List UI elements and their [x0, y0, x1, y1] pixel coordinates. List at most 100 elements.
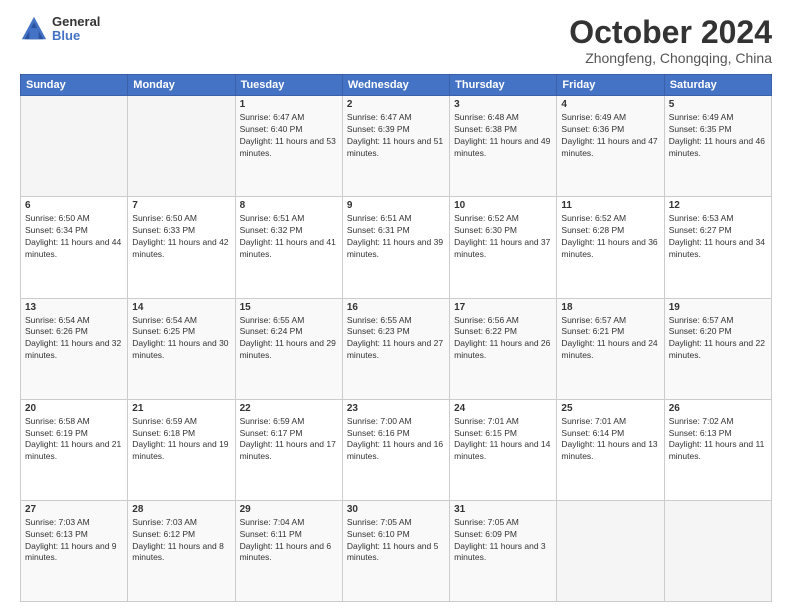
day-number: 5	[669, 99, 767, 110]
table-row: 27 Sunrise: 7:03 AM Sunset: 6:13 PM Dayli…	[21, 500, 128, 601]
day-number: 26	[669, 403, 767, 414]
table-row: 28 Sunrise: 7:03 AM Sunset: 6:12 PM Dayli…	[128, 500, 235, 601]
day-info: Sunrise: 6:55 AM Sunset: 6:24 PM Dayligh…	[240, 315, 338, 363]
day-info: Sunrise: 6:54 AM Sunset: 6:26 PM Dayligh…	[25, 315, 123, 363]
day-info: Sunrise: 6:53 AM Sunset: 6:27 PM Dayligh…	[669, 213, 767, 261]
day-info: Sunrise: 6:52 AM Sunset: 6:28 PM Dayligh…	[561, 213, 659, 261]
day-number: 1	[240, 99, 338, 110]
subtitle: Zhongfeng, Chongqing, China	[569, 50, 772, 66]
day-info: Sunrise: 7:05 AM Sunset: 6:10 PM Dayligh…	[347, 517, 445, 565]
day-number: 23	[347, 403, 445, 414]
day-info: Sunrise: 6:55 AM Sunset: 6:23 PM Dayligh…	[347, 315, 445, 363]
day-number: 8	[240, 200, 338, 211]
day-number: 22	[240, 403, 338, 414]
day-number: 19	[669, 302, 767, 313]
day-number: 7	[132, 200, 230, 211]
table-row: 23 Sunrise: 7:00 AM Sunset: 6:16 PM Dayli…	[342, 399, 449, 500]
header-tuesday: Tuesday	[235, 75, 342, 96]
table-row: 6Sunrise: 6:50 AM Sunset: 6:34 PM Daylig…	[21, 197, 128, 298]
day-number: 10	[454, 200, 552, 211]
table-row: 3 Sunrise: 6:48 AM Sunset: 6:38 PM Daylig…	[450, 96, 557, 197]
header-thursday: Thursday	[450, 75, 557, 96]
day-info: Sunrise: 6:50 AM Sunset: 6:34 PM Dayligh…	[25, 213, 123, 261]
page: General Blue October 2024 Zhongfeng, Cho…	[0, 0, 792, 612]
table-row: 13 Sunrise: 6:54 AM Sunset: 6:26 PM Dayli…	[21, 298, 128, 399]
header: General Blue October 2024 Zhongfeng, Cho…	[20, 15, 772, 66]
table-row: 17 Sunrise: 6:56 AM Sunset: 6:22 PM Dayli…	[450, 298, 557, 399]
day-info: Sunrise: 7:03 AM Sunset: 6:12 PM Dayligh…	[132, 517, 230, 565]
day-number: 16	[347, 302, 445, 313]
header-saturday: Saturday	[664, 75, 771, 96]
table-row: 18 Sunrise: 6:57 AM Sunset: 6:21 PM Dayli…	[557, 298, 664, 399]
table-row: 26 Sunrise: 7:02 AM Sunset: 6:13 PM Dayli…	[664, 399, 771, 500]
day-info: Sunrise: 7:04 AM Sunset: 6:11 PM Dayligh…	[240, 517, 338, 565]
day-number: 28	[132, 504, 230, 515]
table-row: 29Sunrise: 7:04 AM Sunset: 6:11 PM Dayli…	[235, 500, 342, 601]
day-info: Sunrise: 6:57 AM Sunset: 6:20 PM Dayligh…	[669, 315, 767, 363]
day-number: 24	[454, 403, 552, 414]
day-number: 14	[132, 302, 230, 313]
day-info: Sunrise: 6:58 AM Sunset: 6:19 PM Dayligh…	[25, 416, 123, 464]
day-info: Sunrise: 7:01 AM Sunset: 6:14 PM Dayligh…	[561, 416, 659, 464]
day-number: 18	[561, 302, 659, 313]
day-info: Sunrise: 7:02 AM Sunset: 6:13 PM Dayligh…	[669, 416, 767, 464]
table-row: 5 Sunrise: 6:49 AM Sunset: 6:35 PM Daylig…	[664, 96, 771, 197]
calendar-week-row: 6Sunrise: 6:50 AM Sunset: 6:34 PM Daylig…	[21, 197, 772, 298]
table-row: 4Sunrise: 6:49 AM Sunset: 6:36 PM Daylig…	[557, 96, 664, 197]
day-number: 13	[25, 302, 123, 313]
day-info: Sunrise: 6:48 AM Sunset: 6:38 PM Dayligh…	[454, 112, 552, 160]
table-row: 20 Sunrise: 6:58 AM Sunset: 6:19 PM Dayli…	[21, 399, 128, 500]
table-row: 22 Sunrise: 6:59 AM Sunset: 6:17 PM Dayli…	[235, 399, 342, 500]
day-number: 12	[669, 200, 767, 211]
title-block: October 2024 Zhongfeng, Chongqing, China	[569, 15, 772, 66]
day-info: Sunrise: 6:50 AM Sunset: 6:33 PM Dayligh…	[132, 213, 230, 261]
day-number: 30	[347, 504, 445, 515]
table-row: 30 Sunrise: 7:05 AM Sunset: 6:10 PM Dayli…	[342, 500, 449, 601]
day-info: Sunrise: 6:57 AM Sunset: 6:21 PM Dayligh…	[561, 315, 659, 363]
day-info: Sunrise: 7:03 AM Sunset: 6:13 PM Dayligh…	[25, 517, 123, 565]
day-number: 17	[454, 302, 552, 313]
day-info: Sunrise: 6:54 AM Sunset: 6:25 PM Dayligh…	[132, 315, 230, 363]
table-row	[21, 96, 128, 197]
day-info: Sunrise: 6:51 AM Sunset: 6:31 PM Dayligh…	[347, 213, 445, 261]
table-row	[664, 500, 771, 601]
table-row: 2Sunrise: 6:47 AM Sunset: 6:39 PM Daylig…	[342, 96, 449, 197]
table-row: 1Sunrise: 6:47 AM Sunset: 6:40 PM Daylig…	[235, 96, 342, 197]
table-row: 16 Sunrise: 6:55 AM Sunset: 6:23 PM Dayli…	[342, 298, 449, 399]
calendar-week-row: 20 Sunrise: 6:58 AM Sunset: 6:19 PM Dayli…	[21, 399, 772, 500]
calendar-week-row: 1Sunrise: 6:47 AM Sunset: 6:40 PM Daylig…	[21, 96, 772, 197]
day-number: 31	[454, 504, 552, 515]
main-title: October 2024	[569, 15, 772, 50]
day-info: Sunrise: 6:59 AM Sunset: 6:17 PM Dayligh…	[240, 416, 338, 464]
table-row: 11 Sunrise: 6:52 AM Sunset: 6:28 PM Dayli…	[557, 197, 664, 298]
calendar-table: Sunday Monday Tuesday Wednesday Thursday…	[20, 74, 772, 602]
table-row: 15Sunrise: 6:55 AM Sunset: 6:24 PM Dayli…	[235, 298, 342, 399]
day-info: Sunrise: 6:51 AM Sunset: 6:32 PM Dayligh…	[240, 213, 338, 261]
table-row: 9Sunrise: 6:51 AM Sunset: 6:31 PM Daylig…	[342, 197, 449, 298]
table-row: 24Sunrise: 7:01 AM Sunset: 6:15 PM Dayli…	[450, 399, 557, 500]
logo-icon	[20, 15, 48, 43]
table-row	[128, 96, 235, 197]
calendar-week-row: 27 Sunrise: 7:03 AM Sunset: 6:13 PM Dayli…	[21, 500, 772, 601]
table-row: 10 Sunrise: 6:52 AM Sunset: 6:30 PM Dayli…	[450, 197, 557, 298]
day-info: Sunrise: 7:05 AM Sunset: 6:09 PM Dayligh…	[454, 517, 552, 565]
logo-text: General Blue	[52, 15, 100, 44]
day-number: 11	[561, 200, 659, 211]
day-number: 2	[347, 99, 445, 110]
day-info: Sunrise: 6:49 AM Sunset: 6:35 PM Dayligh…	[669, 112, 767, 160]
day-number: 3	[454, 99, 552, 110]
day-number: 21	[132, 403, 230, 414]
day-number: 20	[25, 403, 123, 414]
logo: General Blue	[20, 15, 100, 44]
table-row: 8 Sunrise: 6:51 AM Sunset: 6:32 PM Daylig…	[235, 197, 342, 298]
table-row: 31 Sunrise: 7:05 AM Sunset: 6:09 PM Dayli…	[450, 500, 557, 601]
day-info: Sunrise: 6:59 AM Sunset: 6:18 PM Dayligh…	[132, 416, 230, 464]
day-info: Sunrise: 7:00 AM Sunset: 6:16 PM Dayligh…	[347, 416, 445, 464]
table-row	[557, 500, 664, 601]
day-number: 27	[25, 504, 123, 515]
table-row: 14 Sunrise: 6:54 AM Sunset: 6:25 PM Dayli…	[128, 298, 235, 399]
day-info: Sunrise: 6:52 AM Sunset: 6:30 PM Dayligh…	[454, 213, 552, 261]
day-info: Sunrise: 6:56 AM Sunset: 6:22 PM Dayligh…	[454, 315, 552, 363]
day-info: Sunrise: 6:49 AM Sunset: 6:36 PM Dayligh…	[561, 112, 659, 160]
logo-general-text: General	[52, 15, 100, 29]
